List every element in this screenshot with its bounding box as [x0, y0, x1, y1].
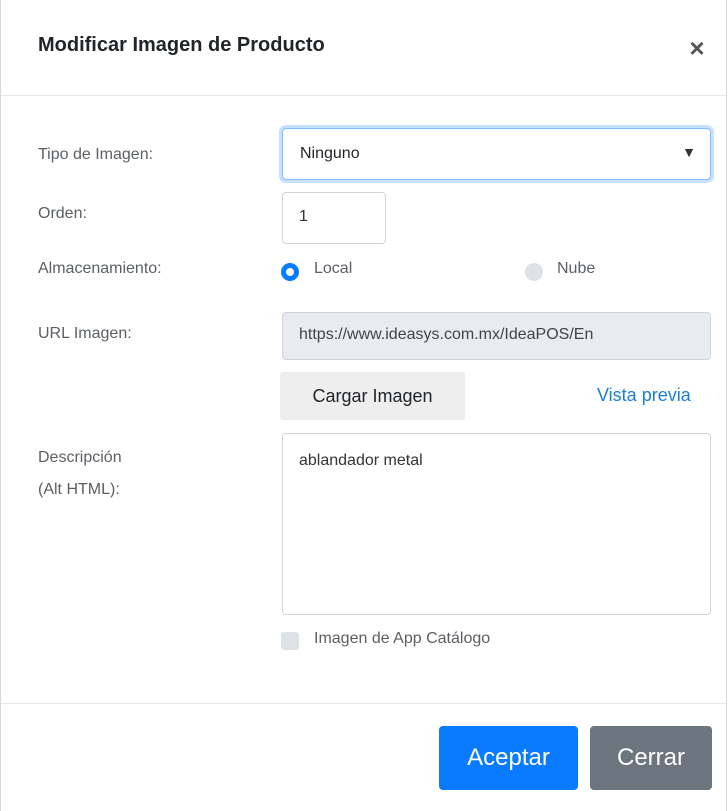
- url-imagen-label: URL Imagen:: [38, 325, 132, 342]
- modal-title: Modificar Imagen de Producto: [38, 34, 325, 56]
- close-icon[interactable]: ×: [685, 35, 709, 61]
- radio-nube[interactable]: [525, 263, 543, 281]
- cargar-imagen-button[interactable]: Cargar Imagen: [280, 372, 465, 420]
- radio-local[interactable]: [281, 263, 299, 281]
- modal-header: Modificar Imagen de Producto ×: [1, 0, 726, 96]
- tipo-imagen-label: Tipo de Imagen:: [38, 146, 154, 163]
- radio-nube-label: Nube: [557, 260, 596, 277]
- modal-dialog: Modificar Imagen de Producto × Tipo de I…: [0, 0, 727, 811]
- app-catalogo-label: Imagen de App Catálogo: [314, 630, 491, 647]
- vista-previa-link[interactable]: Vista previa: [597, 385, 691, 406]
- cerrar-button[interactable]: Cerrar: [590, 726, 712, 790]
- orden-value: 1: [299, 208, 308, 225]
- descripcion-label-line2: (Alt HTML):: [38, 481, 120, 498]
- url-imagen-field[interactable]: https://www.ideasys.com.mx/IdeaPOS/En: [282, 312, 711, 360]
- orden-input[interactable]: 1: [282, 192, 386, 244]
- aceptar-button[interactable]: Aceptar: [439, 726, 578, 790]
- descripcion-value: ablandador metal: [299, 452, 423, 469]
- descripcion-label-line1: Descripción: [38, 449, 122, 466]
- tipo-imagen-value: Ninguno: [300, 145, 360, 162]
- descripcion-textarea[interactable]: ablandador metal: [282, 433, 711, 615]
- url-imagen-value: https://www.ideasys.com.mx/IdeaPOS/En: [299, 326, 594, 343]
- orden-label: Orden:: [38, 205, 87, 222]
- app-catalogo-checkbox[interactable]: [281, 632, 299, 650]
- chevron-down-icon: ▼: [682, 144, 696, 160]
- almacenamiento-label: Almacenamiento:: [38, 260, 162, 277]
- radio-local-label: Local: [314, 260, 353, 277]
- tipo-imagen-select[interactable]: Ninguno ▼: [282, 128, 711, 180]
